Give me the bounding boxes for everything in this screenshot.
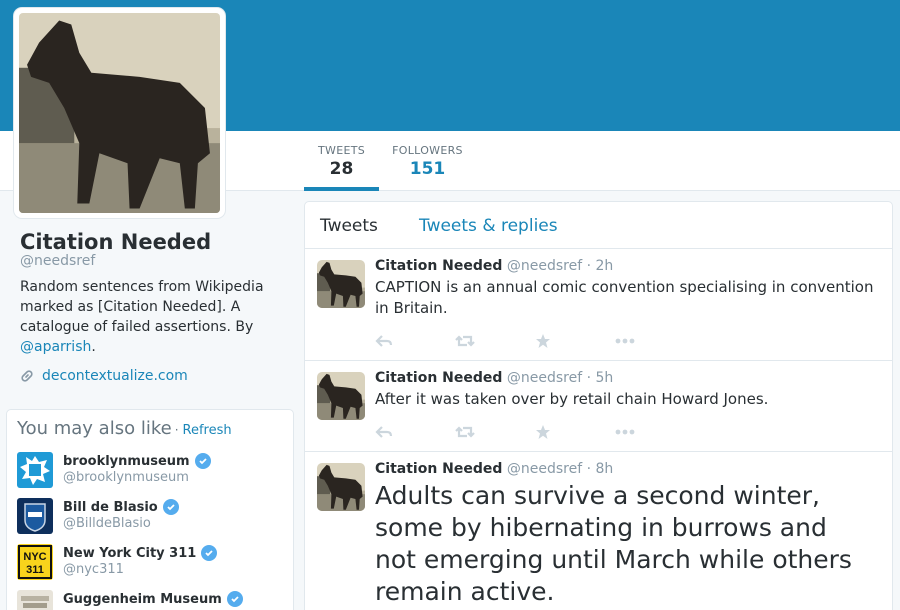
profile-handle[interactable]: @needsref <box>20 253 95 269</box>
wtf-user-name[interactable]: Bill de Blasio <box>63 500 158 515</box>
tweet-author-handle[interactable]: @needsref <box>507 370 582 386</box>
guggenheim-logo-icon[interactable] <box>17 590 53 610</box>
wtf-user-billdeblasio[interactable]: Bill de Blasio @BilldeBlasio <box>17 498 287 538</box>
tweet-item[interactable]: Citation Needed @needsref · 5h After it … <box>305 361 892 452</box>
more-options-icon[interactable] <box>615 422 695 442</box>
stat-followers[interactable]: FOLLOWERS 151 <box>390 144 465 179</box>
verified-badge-icon <box>201 545 218 561</box>
bio-end: . <box>91 339 96 355</box>
svg-text:311: 311 <box>26 564 44 576</box>
verified-badge-icon <box>162 499 179 515</box>
tweet-item[interactable]: Citation Needed @needsref · 2h CAPTION i… <box>305 249 892 361</box>
favorite-star-icon[interactable] <box>535 422 615 442</box>
tweet-actions <box>375 422 695 442</box>
verified-badge-icon <box>226 591 243 607</box>
reply-icon[interactable] <box>375 422 455 442</box>
tweet-text: Adults can survive a second winter, some… <box>375 481 852 606</box>
tweet-header: Citation Needed @needsref · 5h <box>375 370 613 386</box>
stat-tweets[interactable]: TWEETS 28 <box>304 144 379 191</box>
tweet-timeline: Tweets Tweets & replies Citation Needed … <box>304 201 893 610</box>
wtf-user-guggenheim[interactable]: Guggenheim Museum <box>17 590 287 610</box>
bio-text: Random sentences from Wikipedia marked a… <box>20 279 264 335</box>
tweet-avatar[interactable] <box>317 372 365 420</box>
profile-bio: Random sentences from Wikipedia marked a… <box>20 277 275 357</box>
tweet-author-handle[interactable]: @needsref <box>507 461 582 477</box>
tweet-separator: · <box>586 461 592 477</box>
brooklyn-museum-logo-icon[interactable] <box>17 452 53 488</box>
bio-mention-link[interactable]: @aparrish <box>20 339 91 355</box>
tab-tweets-and-replies[interactable]: Tweets & replies <box>419 216 558 236</box>
timeline-tabs: Tweets Tweets & replies <box>305 202 892 249</box>
wtf-user-name[interactable]: New York City 311 <box>63 546 196 561</box>
wtf-user-handle: @nyc311 <box>63 562 124 577</box>
profile-website[interactable]: decontextualize.com <box>20 368 188 384</box>
tweet-author-name[interactable]: Citation Needed <box>375 258 502 274</box>
wtf-separator: · <box>174 423 179 437</box>
stat-tweets-label: TWEETS <box>318 144 365 157</box>
link-icon <box>21 370 33 382</box>
tweet-author-name[interactable]: Citation Needed <box>375 370 502 386</box>
tweet-separator: · <box>586 258 592 274</box>
tweet-avatar[interactable] <box>317 463 365 511</box>
more-options-icon[interactable] <box>615 331 695 351</box>
wtf-user-brooklynmuseum[interactable]: brooklynmuseum @brooklynmuseum <box>17 452 287 492</box>
svg-text:NYC: NYC <box>23 551 46 563</box>
wtf-user-nyc311[interactable]: NYC 311 New York City 311 @nyc311 <box>17 544 287 584</box>
wtf-user-handle: @brooklynmuseum <box>63 470 189 485</box>
nyc-311-logo-icon[interactable]: NYC 311 <box>17 544 53 580</box>
tweet-actions <box>375 331 695 351</box>
tweet-timestamp[interactable]: 2h <box>596 258 614 274</box>
stat-tweets-value: 28 <box>329 159 354 179</box>
tweet-timestamp[interactable]: 8h <box>596 461 614 477</box>
wtf-user-name[interactable]: Guggenheim Museum <box>63 592 222 607</box>
wtf-title: You may also like <box>17 418 172 439</box>
tweet-author-handle[interactable]: @needsref <box>507 258 582 274</box>
horse-photo <box>19 13 220 213</box>
profile-avatar[interactable] <box>14 8 225 218</box>
tweet-author-name[interactable]: Citation Needed <box>375 461 502 477</box>
tweet-item[interactable]: Citation Needed @needsref · 8h Adults ca… <box>305 452 892 610</box>
tweet-text: After it was taken over by retail chain … <box>375 390 769 408</box>
who-to-follow-module: You may also like · Refresh brooklynmuse… <box>6 409 294 610</box>
wtf-refresh-link[interactable]: Refresh <box>183 423 232 438</box>
profile-name[interactable]: Citation Needed <box>20 230 211 254</box>
tweet-header: Citation Needed @needsref · 2h <box>375 258 613 274</box>
stat-followers-label: FOLLOWERS <box>392 144 463 157</box>
stat-followers-value: 151 <box>409 159 446 179</box>
tweet-timestamp[interactable]: 5h <box>596 370 614 386</box>
tab-tweets[interactable]: Tweets <box>320 216 378 236</box>
nyc-badge-icon[interactable] <box>17 498 53 534</box>
website-link[interactable]: decontextualize.com <box>42 368 188 384</box>
retweet-icon[interactable] <box>455 422 535 442</box>
wtf-user-handle: @BilldeBlasio <box>63 516 151 531</box>
tweet-header: Citation Needed @needsref · 8h <box>375 461 613 477</box>
wtf-user-name[interactable]: brooklynmuseum <box>63 454 190 469</box>
tweet-text: CAPTION is an annual comic convention sp… <box>375 278 874 317</box>
verified-badge-icon <box>194 453 211 469</box>
favorite-star-icon[interactable] <box>535 331 615 351</box>
reply-icon[interactable] <box>375 331 455 351</box>
tweet-avatar[interactable] <box>317 260 365 308</box>
retweet-icon[interactable] <box>455 331 535 351</box>
tweet-separator: · <box>586 370 592 386</box>
